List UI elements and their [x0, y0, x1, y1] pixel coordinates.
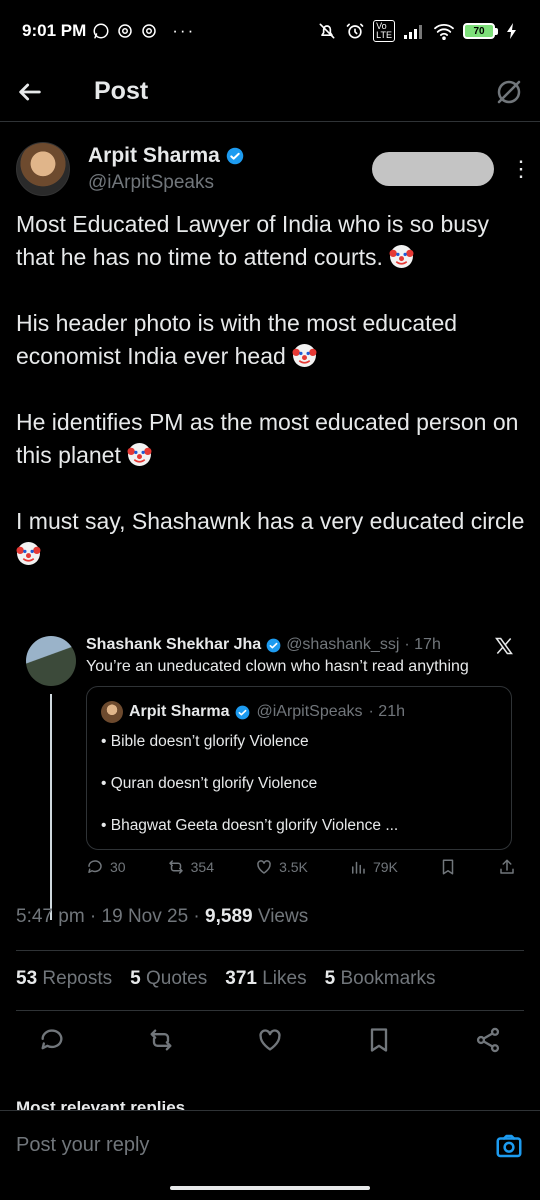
post-paragraph: I must say, Shashawnk has a very educate…	[16, 505, 526, 571]
embedded-post[interactable]: Shashank Shekhar Jha @shashank_ssj · 17h…	[26, 632, 526, 920]
volte-icon: Vo LTE	[373, 20, 395, 42]
camera-icon[interactable]	[494, 1131, 524, 1161]
x-logo-icon	[494, 636, 514, 656]
grok-icon[interactable]	[494, 77, 524, 107]
author-handle[interactable]: @iArpitSpeaks	[88, 172, 244, 194]
avatar	[26, 636, 76, 686]
reply-icon[interactable]	[38, 1026, 66, 1054]
likes-stat[interactable]: 371 Likes	[225, 968, 306, 990]
post-stats: 53 Reposts 5 Quotes 371 Likes 5 Bookmark…	[16, 968, 435, 990]
verified-badge-icon	[226, 147, 244, 165]
embedded-repost-count: 354	[190, 859, 214, 875]
divider	[16, 950, 524, 951]
post-timestamp: 5:47 pm · 19 Nov 25 ·	[16, 906, 206, 927]
clown-emoji-icon	[127, 443, 152, 466]
verified-badge-icon	[266, 638, 281, 653]
quoted-post-header: Arpit Sharma @iArpitSpeaks · 21h	[101, 701, 405, 723]
embedded-author-name: Shashank Shekhar Jha	[86, 636, 262, 653]
threads-icon	[116, 22, 134, 40]
views-icon	[351, 861, 365, 874]
views-label: Views	[252, 906, 309, 927]
embedded-reply-button[interactable]: 30	[86, 858, 126, 876]
embedded-bookmark-button[interactable]	[439, 858, 457, 876]
heart-icon	[257, 860, 271, 874]
quoted-post[interactable]: Arpit Sharma @iArpitSpeaks · 21h • Bible…	[86, 686, 512, 850]
clown-emoji-icon	[16, 542, 41, 565]
embedded-views-button[interactable]: 79K	[349, 858, 398, 876]
thread-line	[50, 694, 52, 920]
status-bar: 9:01 PM ··· Vo LTE 70	[0, 0, 540, 62]
quoted-author-name: Arpit Sharma	[129, 703, 230, 720]
status-time: 9:01 PM	[22, 21, 87, 40]
mute-icon	[317, 21, 337, 41]
avatar[interactable]	[16, 142, 70, 196]
whatsapp-icon	[92, 22, 110, 40]
embedded-like-count: 3.5K	[279, 859, 308, 875]
top-bar: Post	[0, 62, 540, 122]
embedded-repost-button[interactable]: 354	[167, 858, 214, 876]
embedded-action-bar: 30 354 3.5K 79K	[86, 858, 516, 876]
views-count[interactable]: 9,589	[205, 906, 253, 927]
bookmarks-stat[interactable]: 5 Bookmarks	[325, 968, 436, 990]
alarm-icon	[345, 21, 365, 41]
battery-level: 70	[463, 23, 495, 39]
post-author: Arpit Sharma @iArpitSpeaks ⋮	[16, 141, 532, 197]
replies-sort-header[interactable]: Most relevant replies	[16, 1098, 185, 1110]
post-action-bar	[16, 1026, 524, 1054]
quoted-line: • Bhagwat Geeta doesn’t glorify Violence…	[101, 817, 399, 834]
follow-button[interactable]	[372, 152, 494, 186]
share-icon	[500, 859, 514, 874]
reply-icon	[88, 860, 102, 873]
embedded-post-header: Shashank Shekhar Jha @shashank_ssj · 17h	[86, 636, 441, 654]
quotes-stat[interactable]: 5 Quotes	[130, 968, 207, 990]
author-name[interactable]: Arpit Sharma	[88, 144, 220, 168]
battery-icon: 70	[463, 23, 498, 39]
quoted-post-age: · 21h	[368, 703, 405, 720]
more-dots-icon: ···	[172, 21, 196, 40]
embedded-reply-count: 30	[110, 859, 126, 875]
embedded-post-text: You’re an uneducated clown who hasn’t re…	[86, 658, 469, 675]
post-text: Most Educated Lawyer of India who is so …	[16, 208, 526, 604]
signal-icon	[403, 23, 425, 39]
quoted-line: • Bible doesn’t glorify Violence	[101, 733, 309, 750]
quoted-line: • Quran doesn’t glorify Violence	[101, 775, 318, 792]
clown-emoji-icon	[292, 344, 317, 367]
reply-input[interactable]: Post your reply	[16, 1134, 149, 1157]
wifi-icon	[433, 22, 455, 40]
author-name-row[interactable]: Arpit Sharma	[88, 144, 244, 168]
embedded-like-button[interactable]: 3.5K	[255, 858, 308, 876]
post-meta: 5:47 pm · 19 Nov 25 · 9,589 Views	[16, 906, 308, 928]
more-options-icon[interactable]: ⋮	[510, 158, 532, 180]
repost-icon[interactable]	[147, 1026, 175, 1054]
embedded-share-button[interactable]	[498, 858, 516, 876]
page-title: Post	[94, 77, 149, 105]
embedded-views-count: 79K	[372, 859, 398, 875]
divider	[16, 1010, 524, 1011]
embedded-post-age: · 17h	[404, 636, 441, 653]
reposts-stat[interactable]: 53 Reposts	[16, 968, 112, 990]
share-icon[interactable]	[474, 1026, 502, 1054]
clown-emoji-icon	[389, 245, 414, 268]
back-arrow-icon[interactable]	[16, 78, 44, 106]
bookmark-icon	[442, 859, 454, 875]
embedded-author-handle: @shashank_ssj	[286, 636, 400, 653]
post-paragraph: His header photo is with the most educat…	[16, 310, 458, 369]
reply-composer[interactable]: Post your reply	[0, 1110, 540, 1180]
verified-badge-icon	[235, 705, 250, 720]
heart-icon[interactable]	[256, 1026, 284, 1054]
home-indicator	[170, 1186, 370, 1190]
post-paragraph: He identifies PM as the most educated pe…	[16, 409, 519, 468]
repost-icon	[168, 860, 183, 874]
threads-icon	[140, 22, 158, 40]
bookmark-icon[interactable]	[365, 1026, 393, 1054]
charging-icon	[506, 22, 518, 40]
avatar	[101, 701, 123, 723]
post-paragraph: Most Educated Lawyer of India who is so …	[16, 211, 490, 270]
quoted-author-handle: @iArpitSpeaks	[256, 703, 363, 720]
